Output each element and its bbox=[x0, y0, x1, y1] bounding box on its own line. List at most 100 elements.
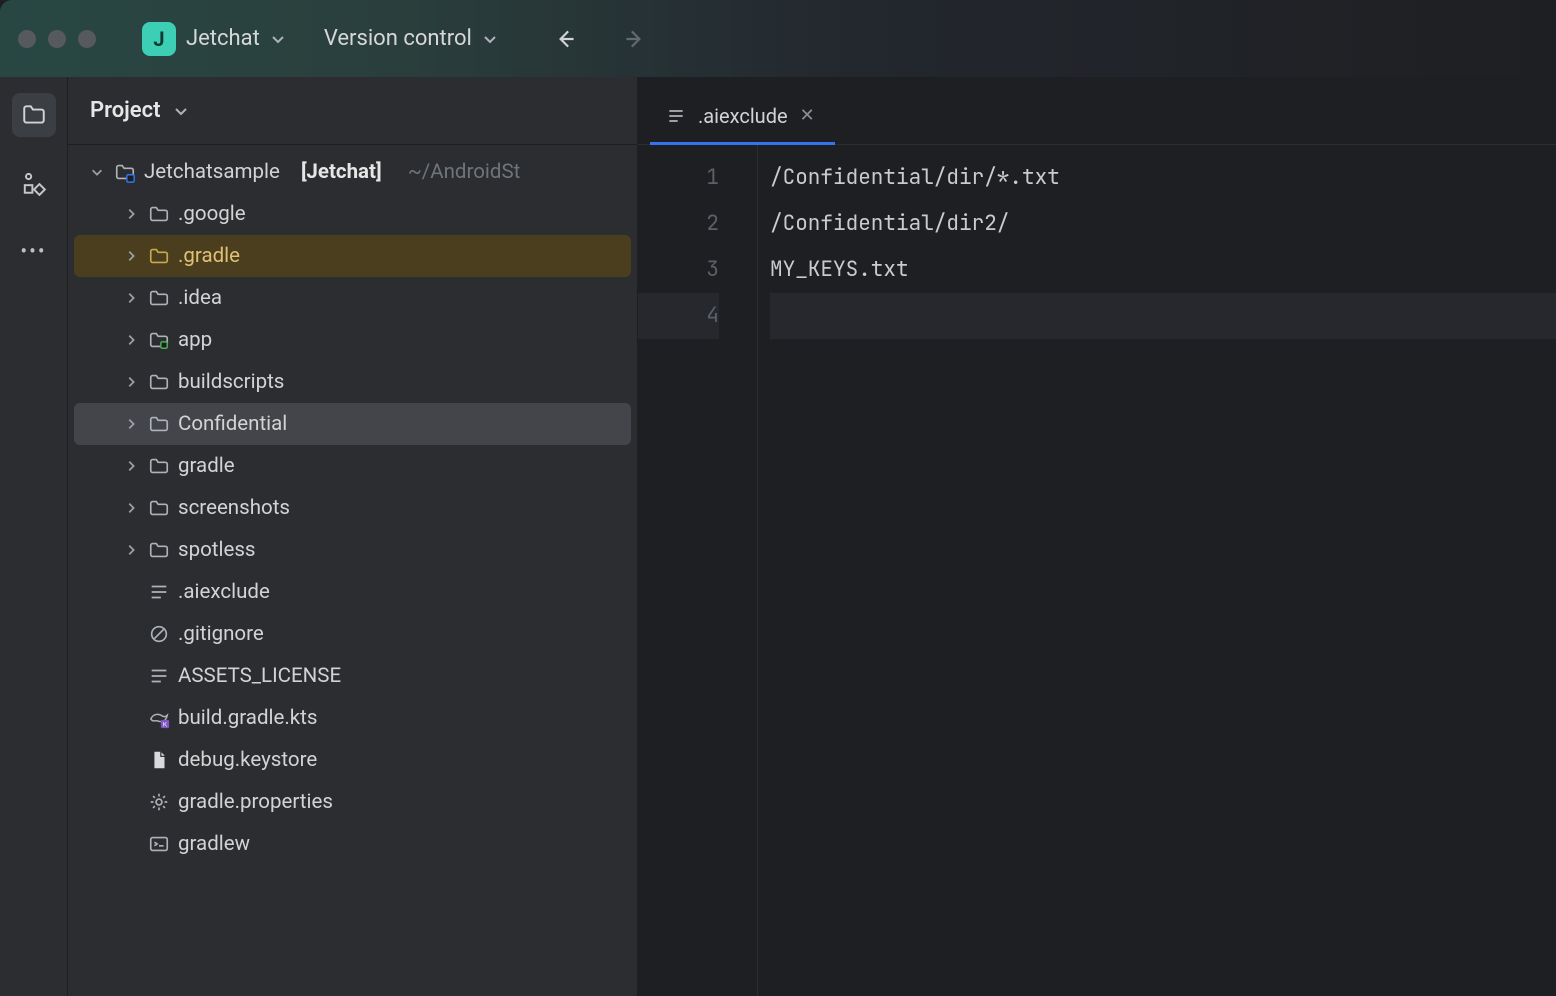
code-line[interactable]: /Confidential/dir/*.txt bbox=[770, 155, 1556, 201]
editor-tabs: .aiexclude ✕ bbox=[638, 77, 1556, 145]
tree-item[interactable]: .google bbox=[74, 193, 631, 235]
project-badge: J bbox=[142, 22, 176, 56]
tree-item[interactable]: buildscripts bbox=[74, 361, 631, 403]
editor-tab-filename: .aiexclude bbox=[698, 104, 788, 128]
tree-item-label: spotless bbox=[178, 538, 256, 562]
tree-item-label: gradle.properties bbox=[178, 790, 333, 814]
gear-icon bbox=[148, 791, 170, 813]
module-folder-icon bbox=[114, 161, 136, 183]
tree-item[interactable]: Kbuild.gradle.kts bbox=[74, 697, 631, 739]
tree-item[interactable]: ASSETS_LICENSE bbox=[74, 655, 631, 697]
close-icon[interactable]: ✕ bbox=[800, 105, 815, 126]
window-minimize-dot[interactable] bbox=[48, 30, 66, 48]
editor-content[interactable]: /Confidential/dir/*.txt/Confidential/dir… bbox=[758, 145, 1556, 996]
tree-item-label: buildscripts bbox=[178, 370, 284, 394]
chevron-right-icon[interactable] bbox=[122, 333, 140, 347]
rail-more-button[interactable]: ••• bbox=[12, 229, 56, 273]
gutter-line-number: 1 bbox=[638, 155, 719, 201]
folder-icon bbox=[148, 413, 170, 435]
tree-item[interactable]: spotless bbox=[74, 529, 631, 571]
tree-root-name: Jetchatsample bbox=[144, 160, 280, 184]
project-panel-title: Project bbox=[90, 98, 161, 123]
rail-project-button[interactable] bbox=[12, 93, 56, 137]
vcs-label: Version control bbox=[324, 26, 472, 51]
folder-icon bbox=[148, 455, 170, 477]
tree-item[interactable]: screenshots bbox=[74, 487, 631, 529]
vcs-selector[interactable]: Version control bbox=[316, 20, 506, 57]
rail-structure-button[interactable] bbox=[12, 161, 56, 205]
tree-item[interactable]: .idea bbox=[74, 277, 631, 319]
code-line[interactable]: MY_KEYS.txt bbox=[770, 247, 1556, 293]
ellipsis-icon: ••• bbox=[20, 239, 46, 263]
text-file-icon bbox=[666, 106, 686, 126]
tree-item[interactable]: gradle bbox=[74, 445, 631, 487]
tree-item-label: .gradle bbox=[178, 244, 240, 268]
chevron-down-icon bbox=[270, 31, 286, 47]
editor-tab[interactable]: .aiexclude ✕ bbox=[650, 89, 835, 145]
gradle-kts-icon: K bbox=[148, 707, 170, 729]
nav-back-button[interactable] bbox=[552, 25, 580, 53]
chevron-right-icon[interactable] bbox=[122, 501, 140, 515]
module-icon bbox=[148, 329, 170, 351]
tree-item-label: gradlew bbox=[178, 832, 250, 856]
tree-root-module: [Jetchat] bbox=[301, 160, 382, 184]
window-zoom-dot[interactable] bbox=[78, 30, 96, 48]
tool-rail: ••• bbox=[0, 77, 68, 996]
tree-item[interactable]: debug.keystore bbox=[74, 739, 631, 781]
chevron-right-icon[interactable] bbox=[122, 543, 140, 557]
gutter-line-number: 3 bbox=[638, 247, 719, 293]
tree-item-label: app bbox=[178, 328, 212, 352]
chevron-right-icon[interactable] bbox=[122, 291, 140, 305]
window-close-dot[interactable] bbox=[18, 30, 36, 48]
tree-item-label: .google bbox=[178, 202, 246, 226]
tree-item-label: build.gradle.kts bbox=[178, 706, 317, 730]
tree-item-label: .idea bbox=[178, 286, 222, 310]
code-line[interactable] bbox=[770, 293, 1556, 339]
editor-gutter: 1234 bbox=[638, 145, 758, 996]
structure-icon bbox=[21, 170, 47, 196]
tree-root[interactable]: Jetchatsample [Jetchat] ~/AndroidSt bbox=[74, 151, 631, 193]
ignore-icon bbox=[148, 623, 170, 645]
folder-icon bbox=[148, 539, 170, 561]
tree-item[interactable]: .gradle bbox=[74, 235, 631, 277]
term-icon bbox=[148, 833, 170, 855]
tree-item[interactable]: Confidential bbox=[74, 403, 631, 445]
tree-item-label: ASSETS_LICENSE bbox=[178, 664, 341, 688]
code-line[interactable]: /Confidential/dir2/ bbox=[770, 201, 1556, 247]
tree-item[interactable]: .aiexclude bbox=[74, 571, 631, 613]
chevron-right-icon[interactable] bbox=[122, 417, 140, 431]
tree-item-label: Confidential bbox=[178, 412, 287, 436]
tree-item-label: .gitignore bbox=[178, 622, 264, 646]
titlebar: J Jetchat Version control bbox=[0, 0, 1556, 77]
tree-item-label: .aiexclude bbox=[178, 580, 270, 604]
chevron-right-icon[interactable] bbox=[122, 249, 140, 263]
project-panel-header[interactable]: Project bbox=[68, 77, 637, 145]
chevron-right-icon[interactable] bbox=[122, 207, 140, 221]
tree-item[interactable]: gradlew bbox=[74, 823, 631, 865]
svg-text:K: K bbox=[163, 721, 168, 728]
folder-icon bbox=[148, 287, 170, 309]
tree-item-label: debug.keystore bbox=[178, 748, 317, 772]
chevron-right-icon[interactable] bbox=[122, 459, 140, 473]
editor: .aiexclude ✕ 1234 /Confidential/dir/*.tx… bbox=[638, 77, 1556, 996]
tree-item-label: gradle bbox=[178, 454, 235, 478]
tree-item[interactable]: gradle.properties bbox=[74, 781, 631, 823]
project-panel: Project Jetchatsample [Jetchat] ~/Androi… bbox=[68, 77, 638, 996]
project-selector[interactable]: J Jetchat bbox=[134, 16, 294, 62]
tree-item[interactable]: .gitignore bbox=[74, 613, 631, 655]
tree-item-label: screenshots bbox=[178, 496, 290, 520]
window-controls bbox=[18, 30, 96, 48]
folder-icon bbox=[148, 371, 170, 393]
nav-forward-button[interactable] bbox=[620, 25, 648, 53]
project-tree[interactable]: Jetchatsample [Jetchat] ~/AndroidSt .goog… bbox=[68, 145, 637, 996]
chevron-down-icon bbox=[482, 31, 498, 47]
tree-root-path: ~/AndroidSt bbox=[408, 160, 521, 184]
project-name: Jetchat bbox=[186, 26, 260, 51]
chevron-down-icon[interactable] bbox=[88, 165, 106, 179]
folder-icon bbox=[148, 203, 170, 225]
chevron-right-icon[interactable] bbox=[122, 375, 140, 389]
folder-icon bbox=[148, 497, 170, 519]
tree-item[interactable]: app bbox=[74, 319, 631, 361]
text-icon bbox=[148, 581, 170, 603]
folder-icon bbox=[148, 245, 170, 267]
